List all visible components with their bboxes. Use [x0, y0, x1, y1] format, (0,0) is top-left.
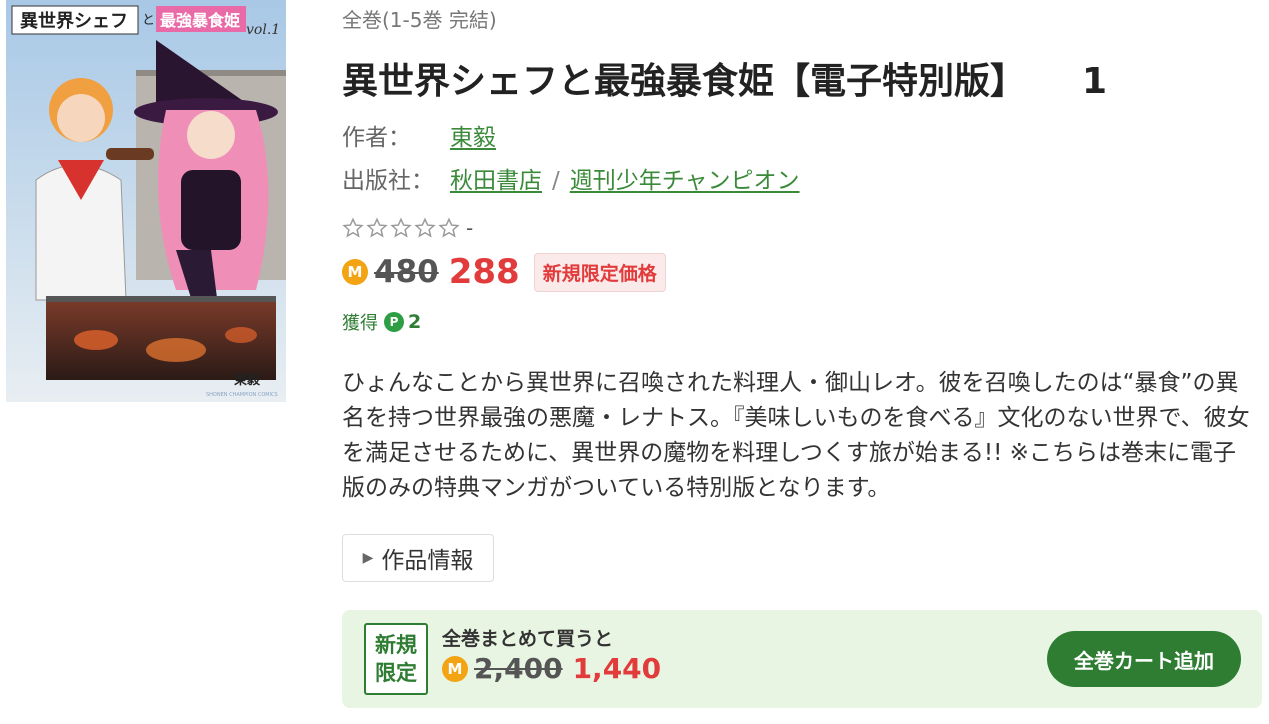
- points-label: 獲得: [342, 313, 378, 334]
- cover-image[interactable]: 異世界シェフ と 最強暴食姫 vol.1 東毅 SHONEN CHAMPION …: [6, 0, 286, 402]
- cover-vol: vol.1: [246, 22, 280, 38]
- publisher-separator: /: [552, 168, 560, 194]
- points-row: 獲得 P 2: [342, 309, 421, 335]
- star-empty-icon: [390, 217, 412, 238]
- title-text: 異世界シェフと最強暴食姫【電子特別版】: [342, 61, 1027, 102]
- m-coin-icon: M: [442, 655, 468, 682]
- work-info-toggle[interactable]: ▶ 作品情報: [342, 534, 494, 582]
- original-price: 480: [374, 254, 439, 290]
- badge-line-1: 新規: [375, 633, 417, 657]
- bundle-offer-panel: 新規 限定 全巻まとめて買うと M 2,400 1,440 全巻カート追加: [342, 610, 1262, 708]
- work-info-label: 作品情報: [381, 548, 474, 574]
- cover-author: 東毅: [234, 372, 261, 388]
- new-user-limited-badge: 新規限定価格: [533, 252, 666, 292]
- price-row: M 480 288 新規限定価格: [342, 252, 666, 292]
- synopsis: ひょんなことから異世界に召喚された料理人・御山レオ。彼を召喚したのは“暴食”の異…: [342, 370, 1250, 501]
- publisher-link[interactable]: 秋田書店: [450, 161, 542, 195]
- add-all-to-cart-button[interactable]: 全巻カート追加: [1047, 631, 1241, 687]
- series-volume-note: 全巻(1-5巻 完結): [342, 8, 497, 32]
- rating-value: -: [466, 216, 474, 240]
- star-empty-icon: [438, 217, 460, 238]
- cover-logo-part1: 異世界シェフ: [20, 11, 128, 32]
- p-coin-icon: P: [384, 312, 404, 332]
- cover-illustration: 異世界シェフ と 最強暴食姫 vol.1 東毅 SHONEN CHAMPION …: [6, 0, 286, 402]
- m-coin-icon: M: [342, 259, 368, 285]
- author-label: 作者：: [342, 125, 411, 151]
- publisher-row: 出版社： 秋田書店 / 週刊少年チャンピオン: [342, 161, 800, 195]
- volume-number: 1: [1082, 61, 1108, 102]
- magazine-link[interactable]: 週刊少年チャンピオン: [570, 161, 800, 195]
- points-value: 2: [408, 311, 422, 333]
- bundle-price-row: M 2,400 1,440: [442, 652, 661, 685]
- cover-logo-part3: 最強暴食姫: [160, 11, 240, 30]
- star-empty-icon: [342, 217, 364, 238]
- rating-stars: -: [342, 216, 473, 240]
- new-limited-badge: 新規 限定: [364, 623, 428, 695]
- author-link[interactable]: 東毅: [450, 118, 496, 152]
- bundle-description: 全巻まとめて買うと: [442, 628, 614, 650]
- page-title: 異世界シェフと最強暴食姫【電子特別版】 1: [342, 52, 1107, 104]
- author-row: 作者： 東毅: [342, 118, 496, 152]
- caret-right-icon: ▶: [362, 550, 374, 566]
- star-empty-icon: [366, 217, 388, 238]
- sale-price: 288: [448, 252, 520, 292]
- cover-logo-part2: と: [142, 13, 155, 28]
- publisher-label: 出版社：: [342, 168, 434, 194]
- star-empty-icon: [414, 217, 436, 238]
- bundle-sale-price: 1,440: [572, 652, 662, 685]
- cover-imprint: SHONEN CHAMPION COMICS: [206, 392, 278, 398]
- bundle-original-price: 2,400: [474, 652, 563, 685]
- badge-line-2: 限定: [375, 661, 417, 685]
